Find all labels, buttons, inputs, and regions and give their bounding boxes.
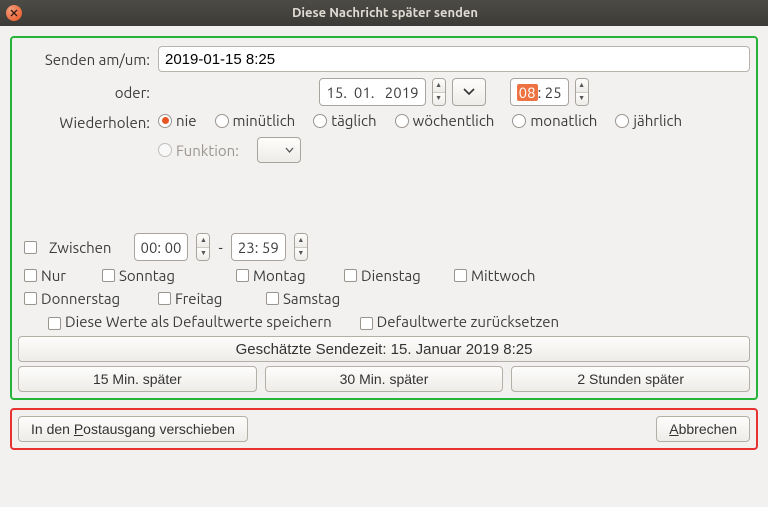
chevron-down-icon [285, 147, 294, 153]
date-day: 15. [326, 84, 347, 101]
chevron-down-icon [463, 88, 475, 96]
between-to[interactable]: 23: 59 [231, 233, 286, 261]
only-checkbox[interactable] [24, 269, 37, 282]
schedule-group: Senden am/um: oder: 15. 01. 2019 ▲▼ [10, 36, 758, 400]
cancel-button[interactable]: Abbrechen [656, 416, 750, 442]
send-at-label: Senden am/um: [18, 51, 158, 68]
day-check-sonntag[interactable] [102, 269, 115, 282]
datetime-input[interactable] [158, 46, 750, 72]
date-dropdown-button[interactable] [452, 78, 486, 106]
day-check-montag[interactable] [236, 269, 249, 282]
save-defaults-checkbox[interactable] [48, 317, 61, 330]
reset-defaults-label: Defaultwerte zurücksetzen [377, 313, 559, 330]
later-2h-button[interactable]: 2 Stunden später [511, 366, 750, 392]
day-check-freitag[interactable] [158, 292, 171, 305]
reset-defaults-checkbox[interactable] [360, 317, 373, 330]
date-spinner[interactable]: ▲▼ [432, 78, 446, 106]
dash-label: - [218, 239, 222, 256]
estimated-time-button[interactable]: Geschätzte Sendezeit: 15. Januar 2019 8:… [18, 336, 750, 362]
between-from[interactable]: 00: 00 [134, 233, 189, 261]
function-label: Funktion: [176, 142, 239, 159]
day-check-mittwoch[interactable] [454, 269, 467, 282]
day-check-dienstag[interactable] [344, 269, 357, 282]
repeat-radio-taeglich[interactable] [313, 114, 327, 128]
repeat-radio-funktion [158, 143, 172, 157]
save-defaults-label: Diese Werte als Defaultwerte speichern [65, 313, 332, 330]
between-checkbox[interactable] [24, 241, 37, 254]
between-label: Zwischen [49, 239, 112, 256]
later-30min-button[interactable]: 30 Min. später [265, 366, 504, 392]
day-check-samstag[interactable] [266, 292, 279, 305]
date-picker[interactable]: 15. 01. 2019 [319, 78, 425, 106]
only-label: Nur [41, 267, 66, 284]
between-from-spinner[interactable]: ▲▼ [196, 233, 210, 261]
between-to-spinner[interactable]: ▲▼ [294, 233, 308, 261]
repeat-radio-nie[interactable] [158, 114, 172, 128]
repeat-radio-jaehrlich[interactable] [615, 114, 629, 128]
close-icon[interactable] [6, 5, 22, 21]
dialog-buttons: In den Postausgang verschieben Abbrechen [10, 408, 758, 450]
repeat-label: Wiederholen: [18, 112, 158, 131]
function-combo[interactable] [257, 137, 301, 163]
titlebar: Diese Nachricht später senden [0, 0, 768, 26]
time-minute: 25 [545, 84, 562, 101]
time-hour: 08 [517, 84, 538, 101]
time-spinner[interactable]: ▲▼ [575, 78, 589, 106]
date-year: 2019 [385, 84, 419, 101]
window-title: Diese Nachricht später senden [30, 6, 762, 20]
day-check-donnerstag[interactable] [24, 292, 37, 305]
repeat-radio-monatlich[interactable] [512, 114, 526, 128]
or-label: oder: [18, 84, 158, 101]
later-15min-button[interactable]: 15 Min. später [18, 366, 257, 392]
time-picker[interactable]: 08 : 25 [510, 78, 569, 106]
date-month: 01. [354, 84, 375, 101]
move-to-outbox-button[interactable]: In den Postausgang verschieben [18, 416, 248, 442]
repeat-radio-woechentlich[interactable] [395, 114, 409, 128]
repeat-radio-minuetlich[interactable] [215, 114, 229, 128]
